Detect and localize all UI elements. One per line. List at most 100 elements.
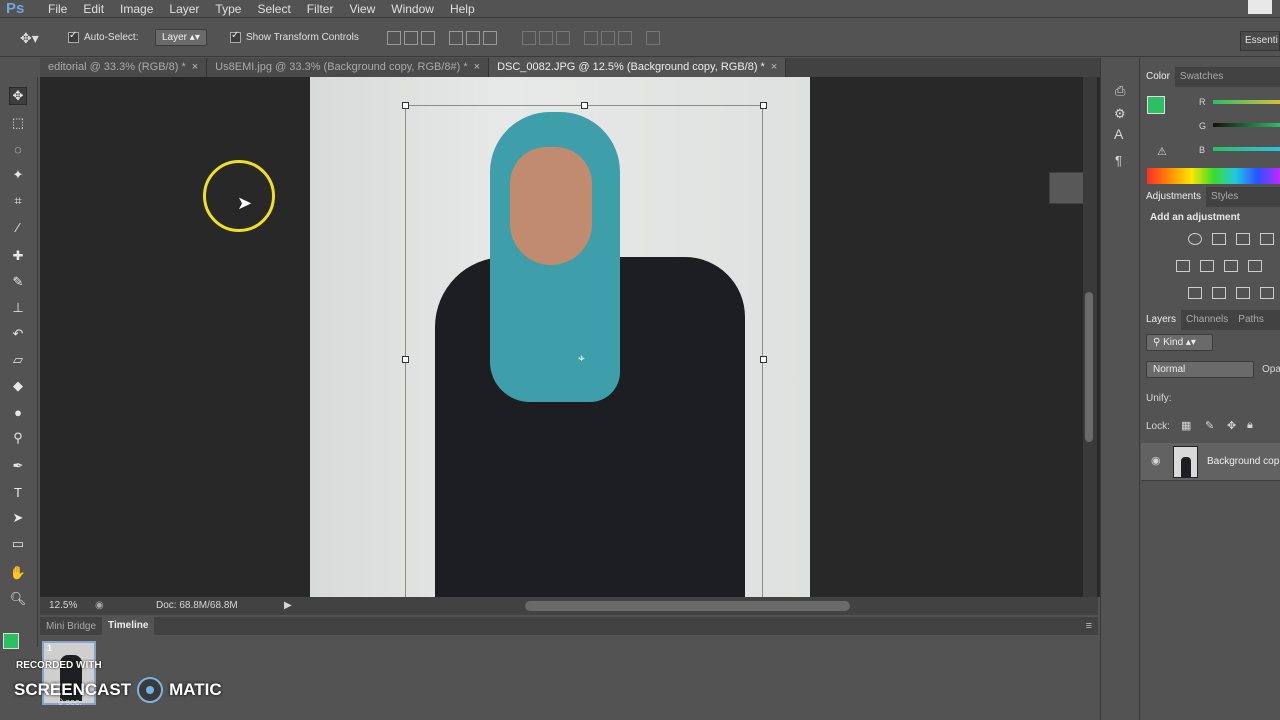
transform-handle[interactable]: [760, 102, 767, 109]
info-icon[interactable]: ◉: [95, 600, 104, 611]
hand-tool-icon[interactable]: ✋: [9, 564, 27, 582]
workspace-switcher[interactable]: Essenti: [1240, 31, 1280, 51]
distribute-bottom-icon[interactable]: [555, 31, 570, 45]
tab-color[interactable]: Color: [1141, 67, 1175, 87]
auto-select-checkbox[interactable]: [68, 30, 79, 43]
canvas-area[interactable]: ⌖: [40, 77, 1100, 597]
layer-name[interactable]: Background cop: [1207, 456, 1279, 467]
transform-handle[interactable]: [402, 102, 409, 109]
tab-editorial[interactable]: editorial @ 33.3% (RGB/8) * ×: [40, 58, 208, 77]
tab-channels[interactable]: Channels: [1181, 310, 1233, 330]
menu-view[interactable]: View: [341, 2, 383, 16]
marquee-tool-icon[interactable]: ⬚: [9, 114, 27, 132]
eyedropper-tool-icon[interactable]: ⁄: [9, 218, 27, 236]
invert-icon[interactable]: [1236, 287, 1250, 299]
eraser-tool-icon[interactable]: ▱: [9, 351, 27, 369]
healing-brush-tool-icon[interactable]: ✚: [9, 247, 27, 265]
menu-window[interactable]: Window: [383, 2, 442, 16]
auto-select-dropdown[interactable]: Layer ▴▾: [155, 29, 207, 46]
photo-filter-icon[interactable]: [1188, 287, 1202, 299]
show-transform-checkbox[interactable]: [230, 30, 241, 43]
distribute-vcenter-icon[interactable]: [538, 31, 553, 45]
brush-tool-icon[interactable]: ✎: [9, 273, 27, 291]
pen-tool-icon[interactable]: ✒: [9, 457, 27, 475]
distribute-top-icon[interactable]: [521, 31, 536, 45]
black-white-icon[interactable]: [1248, 260, 1262, 272]
move-tool-icon[interactable]: ✥: [9, 87, 27, 105]
properties-panel-icon[interactable]: ⚙: [1114, 106, 1126, 122]
menu-layer[interactable]: Layer: [161, 2, 207, 16]
lock-pixels-icon[interactable]: ✎: [1205, 419, 1214, 432]
tab-layers[interactable]: Layers: [1141, 310, 1182, 330]
align-right-icon[interactable]: [483, 31, 498, 45]
paragraph-panel-icon[interactable]: ¶: [1115, 153, 1122, 168]
rectangle-tool-icon[interactable]: ▭: [9, 535, 27, 553]
path-selection-tool-icon[interactable]: ➤: [9, 509, 27, 527]
menu-file[interactable]: File: [40, 2, 75, 16]
history-brush-tool-icon[interactable]: ↶: [9, 325, 27, 343]
blur-tool-icon[interactable]: ●: [9, 403, 27, 421]
status-menu-arrow-icon[interactable]: ▶: [284, 600, 292, 611]
align-top-icon[interactable]: [387, 31, 401, 45]
zoom-tool-icon[interactable]: 🔍︎: [9, 590, 27, 608]
layer-filter-dropdown[interactable]: ⚲ Kind ▴▾: [1146, 334, 1213, 351]
magic-wand-tool-icon[interactable]: ✦: [9, 166, 27, 184]
zoom-level[interactable]: 12.5%: [49, 600, 77, 611]
threshold-icon[interactable]: [1260, 287, 1274, 299]
green-slider[interactable]: [1213, 123, 1280, 127]
red-slider[interactable]: [1213, 100, 1280, 104]
align-vcenter-icon[interactable]: [404, 31, 419, 45]
type-tool-icon[interactable]: T: [9, 483, 27, 501]
align-bottom-icon[interactable]: [421, 31, 436, 45]
color-spectrum-ramp[interactable]: [1147, 168, 1280, 184]
lasso-tool-icon[interactable]: ◌: [9, 140, 27, 158]
close-icon[interactable]: ×: [771, 61, 777, 73]
menu-edit[interactable]: Edit: [75, 2, 112, 16]
brightness-contrast-icon[interactable]: [1188, 233, 1202, 245]
crop-tool-icon[interactable]: ⌗: [9, 192, 27, 210]
close-icon[interactable]: ×: [192, 61, 198, 73]
foreground-color-swatch[interactable]: [1147, 96, 1165, 114]
menu-type[interactable]: Type: [207, 2, 249, 16]
auto-align-icon[interactable]: [646, 31, 660, 45]
foreground-color-swatch[interactable]: [3, 633, 19, 649]
hue-saturation-icon[interactable]: [1200, 260, 1214, 272]
align-hcenter-icon[interactable]: [466, 31, 481, 45]
tab-dsc0082[interactable]: DSC_0082.JPG @ 12.5% (Background copy, R…: [489, 58, 787, 77]
clone-stamp-tool-icon[interactable]: ⊥: [9, 299, 27, 317]
distribute-hcenter-icon[interactable]: [600, 31, 615, 45]
transform-bounding-box[interactable]: ⌖: [402, 102, 767, 597]
tab-styles[interactable]: Styles: [1206, 187, 1243, 207]
visibility-eye-icon[interactable]: ◉: [1151, 454, 1161, 467]
tab-swatches[interactable]: Swatches: [1175, 67, 1228, 87]
lock-transparency-icon[interactable]: ▦: [1181, 419, 1191, 432]
levels-icon[interactable]: [1212, 233, 1226, 245]
curves-icon[interactable]: [1236, 233, 1250, 245]
channel-mixer-icon[interactable]: [1212, 287, 1226, 299]
layer-row[interactable]: ◉ Background cop: [1141, 443, 1280, 481]
menu-help[interactable]: Help: [442, 2, 483, 16]
tab-adjustments[interactable]: Adjustments: [1141, 187, 1207, 207]
blend-mode-dropdown[interactable]: Normal: [1146, 361, 1254, 378]
close-icon[interactable]: ×: [474, 61, 480, 73]
out-of-gamut-warning-icon[interactable]: ⚠: [1157, 145, 1167, 158]
vibrance-icon[interactable]: [1176, 260, 1190, 272]
panel-menu-icon[interactable]: ≡: [1086, 620, 1098, 632]
scrollbar-thumb[interactable]: [1085, 292, 1093, 442]
transform-handle[interactable]: [760, 356, 767, 363]
window-minimize-button[interactable]: [1248, 0, 1272, 14]
tab-timeline[interactable]: Timeline: [102, 617, 155, 635]
history-panel-icon[interactable]: ⎙: [1115, 83, 1125, 99]
lock-all-icon[interactable]: 🔒︎: [1247, 419, 1253, 432]
move-tool-preset-icon[interactable]: ✥▾: [20, 30, 39, 47]
tab-mini-bridge[interactable]: Mini Bridge: [40, 621, 102, 632]
collapsed-panel[interactable]: [1049, 172, 1087, 204]
reference-point-icon[interactable]: ⌖: [578, 351, 585, 366]
horizontal-scrollbar-thumb[interactable]: [525, 601, 850, 611]
vertical-scrollbar[interactable]: [1083, 77, 1097, 597]
character-panel-icon[interactable]: A: [1114, 126, 1123, 142]
tab-us8emi[interactable]: Us8EMI.jpg @ 33.3% (Background copy, RGB…: [207, 58, 490, 77]
menu-filter[interactable]: Filter: [299, 2, 342, 16]
transform-handle[interactable]: [402, 356, 409, 363]
align-left-icon[interactable]: [449, 31, 464, 45]
